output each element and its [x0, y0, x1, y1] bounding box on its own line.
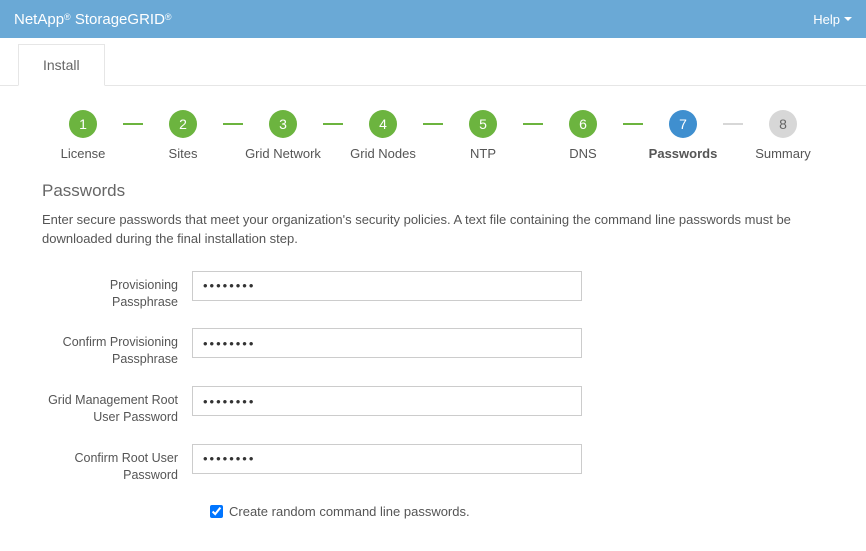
- step-connector: [223, 123, 243, 125]
- brand: NetApp® StorageGRID®: [14, 11, 172, 28]
- input-confirm-root-password[interactable]: [192, 444, 582, 474]
- tabs-row: Install: [0, 38, 866, 86]
- step-connector: [523, 123, 543, 125]
- step-label: Passwords: [643, 146, 723, 161]
- row-provisioning-passphrase: Provisioning Passphrase: [42, 271, 824, 311]
- input-root-password[interactable]: [192, 386, 582, 416]
- row-confirm-root-password: Confirm Root User Password: [42, 444, 824, 484]
- brand-company: NetApp: [14, 11, 64, 28]
- help-label: Help: [813, 12, 840, 27]
- step-label: Grid Nodes: [343, 146, 423, 161]
- step-circle: 1: [69, 110, 97, 138]
- row-root-password: Grid Management Root User Password: [42, 386, 824, 426]
- step-label: Summary: [743, 146, 823, 161]
- step-grid-network[interactable]: 3 Grid Network: [243, 110, 323, 161]
- step-circle: 3: [269, 110, 297, 138]
- input-confirm-provisioning-passphrase[interactable]: [192, 328, 582, 358]
- step-license[interactable]: 1 License: [43, 110, 123, 161]
- chevron-down-icon: [844, 17, 852, 21]
- step-circle: 7: [669, 110, 697, 138]
- row-random-cli: Create random command line passwords.: [206, 502, 824, 521]
- step-connector: [123, 123, 143, 125]
- label-confirm-provisioning-passphrase: Confirm Provisioning Passphrase: [42, 328, 192, 368]
- step-circle: 4: [369, 110, 397, 138]
- step-summary[interactable]: 8 Summary: [743, 110, 823, 161]
- step-sites[interactable]: 2 Sites: [143, 110, 223, 161]
- registered-icon: ®: [165, 12, 172, 22]
- row-confirm-provisioning-passphrase: Confirm Provisioning Passphrase: [42, 328, 824, 368]
- step-connector: [723, 123, 743, 125]
- step-circle: 5: [469, 110, 497, 138]
- step-label: Grid Network: [243, 146, 323, 161]
- tab-install-label: Install: [43, 57, 80, 73]
- label-provisioning-passphrase: Provisioning Passphrase: [42, 271, 192, 311]
- step-connector: [423, 123, 443, 125]
- step-label: License: [43, 146, 123, 161]
- step-grid-nodes[interactable]: 4 Grid Nodes: [343, 110, 423, 161]
- content: Passwords Enter secure passwords that me…: [0, 181, 866, 551]
- registered-icon: ®: [64, 12, 71, 22]
- step-connector: [623, 123, 643, 125]
- top-bar: NetApp® StorageGRID® Help: [0, 0, 866, 38]
- step-connector: [323, 123, 343, 125]
- help-menu[interactable]: Help: [813, 12, 852, 27]
- label-confirm-root-password: Confirm Root User Password: [42, 444, 192, 484]
- label-root-password: Grid Management Root User Password: [42, 386, 192, 426]
- step-label: NTP: [443, 146, 523, 161]
- step-dns[interactable]: 6 DNS: [543, 110, 623, 161]
- step-circle: 6: [569, 110, 597, 138]
- brand-product: StorageGRID: [75, 11, 165, 28]
- stepper: 1 License 2 Sites 3 Grid Network 4 Grid Nodes 5 N…: [13, 110, 853, 161]
- step-circle: 8: [769, 110, 797, 138]
- step-passwords[interactable]: 7 Passwords: [643, 110, 723, 161]
- tab-install[interactable]: Install: [18, 44, 105, 86]
- section-description: Enter secure passwords that meet your or…: [42, 211, 824, 249]
- checkbox-random-cli[interactable]: [210, 505, 223, 518]
- step-ntp[interactable]: 5 NTP: [443, 110, 523, 161]
- step-label: DNS: [543, 146, 623, 161]
- step-circle: 2: [169, 110, 197, 138]
- step-label: Sites: [143, 146, 223, 161]
- input-provisioning-passphrase[interactable]: [192, 271, 582, 301]
- label-random-cli[interactable]: Create random command line passwords.: [229, 504, 470, 519]
- section-title: Passwords: [42, 181, 824, 201]
